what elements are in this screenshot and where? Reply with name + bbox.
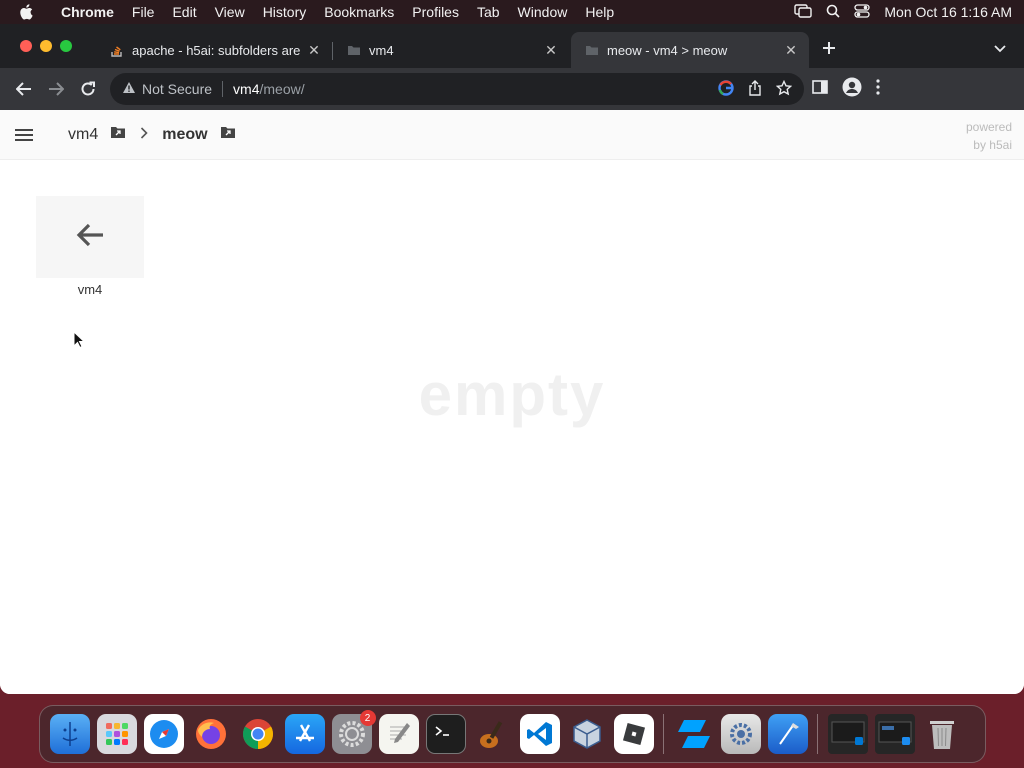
textedit-icon[interactable] bbox=[378, 714, 419, 754]
parent-folder-label[interactable]: vm4 bbox=[36, 282, 144, 297]
tab-strip: apache - h5ai: subfolders are ✕ vm4 ✕ me… bbox=[0, 24, 1024, 68]
profile-avatar-icon[interactable] bbox=[842, 77, 862, 102]
new-tab-button[interactable] bbox=[822, 38, 836, 61]
macos-menu-bar: Chrome File Edit View History Bookmarks … bbox=[0, 0, 1024, 24]
menu-window[interactable]: Window bbox=[509, 4, 577, 20]
folder-arrow-icon bbox=[110, 125, 126, 144]
tab-apache-h5ai[interactable]: apache - h5ai: subfolders are ✕ bbox=[96, 32, 332, 68]
chrome-icon[interactable] bbox=[238, 714, 278, 754]
browser-toolbar: Not Secure vm4 /meow/ bbox=[0, 68, 1024, 110]
omnibox-divider bbox=[222, 81, 224, 97]
menubar-clock[interactable]: Mon Oct 16 1:16 AM bbox=[884, 4, 1012, 20]
powered-line-2: by h5ai bbox=[973, 138, 1012, 152]
powered-line-1: powered bbox=[965, 120, 1012, 134]
more-menu-icon[interactable] bbox=[876, 78, 880, 100]
parent-folder-item[interactable] bbox=[36, 196, 144, 278]
menu-tab[interactable]: Tab bbox=[468, 4, 509, 20]
address-bar[interactable]: Not Secure vm4 /meow/ bbox=[110, 73, 804, 105]
terminal-icon[interactable] bbox=[425, 714, 466, 754]
url-host: vm4 bbox=[233, 81, 260, 97]
menu-profiles[interactable]: Profiles bbox=[403, 4, 468, 20]
menu-edit[interactable]: Edit bbox=[163, 4, 205, 20]
tab-title: meow - vm4 > meow bbox=[607, 42, 728, 58]
url-path: /meow/ bbox=[259, 81, 305, 97]
mouse-cursor-icon bbox=[73, 330, 86, 354]
breadcrumb-item-meow[interactable]: meow bbox=[162, 126, 207, 144]
empty-placeholder-text: empty bbox=[418, 361, 606, 428]
screen-mirroring-icon[interactable] bbox=[794, 3, 813, 21]
dock-separator bbox=[663, 714, 664, 754]
tab-close-icon[interactable]: ✕ bbox=[306, 42, 322, 59]
folder-arrow-icon bbox=[220, 125, 236, 144]
tab-title: apache - h5ai: subfolders are bbox=[132, 42, 301, 58]
security-label[interactable]: Not Secure bbox=[142, 81, 212, 97]
warning-triangle-icon[interactable] bbox=[122, 81, 136, 97]
breadcrumb-item-vm4[interactable]: vm4 bbox=[68, 126, 98, 144]
close-window-button[interactable] bbox=[20, 40, 32, 52]
window-controls bbox=[20, 40, 72, 52]
dock-separator bbox=[817, 714, 818, 754]
folder-icon bbox=[585, 43, 599, 57]
macos-dock: 2 bbox=[39, 705, 986, 763]
control-center-icon[interactable] bbox=[854, 3, 871, 21]
notification-badge: 2 bbox=[359, 710, 376, 726]
file-listing: vm4 empty bbox=[0, 160, 1024, 694]
launchpad-icon[interactable] bbox=[96, 714, 137, 754]
reload-button[interactable] bbox=[72, 73, 104, 105]
tab-meow[interactable]: meow - vm4 > meow ✕ bbox=[571, 32, 809, 68]
spotlight-search-icon[interactable] bbox=[826, 4, 840, 21]
menu-view[interactable]: View bbox=[206, 4, 254, 20]
tab-title: vm4 bbox=[369, 42, 394, 58]
tab-vm4[interactable]: vm4 ✕ bbox=[333, 32, 569, 68]
apple-menu-icon[interactable] bbox=[0, 4, 52, 20]
virtualbox-icon[interactable] bbox=[567, 714, 607, 754]
tab-close-icon[interactable]: ✕ bbox=[783, 42, 799, 59]
share-icon[interactable] bbox=[748, 79, 762, 99]
back-button[interactable] bbox=[8, 73, 40, 105]
h5ai-topbar: vm4 meow powered by h5ai bbox=[0, 110, 1024, 160]
app-store-icon[interactable] bbox=[284, 714, 325, 754]
chrome-window: apache - h5ai: subfolders are ✕ vm4 ✕ me… bbox=[0, 24, 1024, 694]
arrow-left-icon bbox=[75, 222, 105, 253]
google-lens-icon[interactable] bbox=[718, 79, 734, 99]
folder-icon bbox=[347, 43, 361, 57]
finder-icon[interactable] bbox=[49, 714, 90, 754]
sidebar-toggle-menu-icon[interactable] bbox=[0, 128, 48, 142]
minimize-window-button[interactable] bbox=[40, 40, 52, 52]
side-panel-icon[interactable] bbox=[812, 79, 828, 99]
forward-button[interactable] bbox=[40, 73, 72, 105]
vscode-icon[interactable] bbox=[519, 714, 560, 754]
xcode-icon[interactable] bbox=[767, 714, 808, 754]
utility-icon[interactable] bbox=[720, 714, 761, 754]
menu-bookmarks[interactable]: Bookmarks bbox=[315, 4, 403, 20]
chevron-right-icon bbox=[140, 126, 148, 144]
menu-app-name[interactable]: Chrome bbox=[52, 4, 123, 20]
breadcrumb: vm4 meow bbox=[48, 125, 236, 144]
tab-search-chevron-icon[interactable] bbox=[994, 40, 1006, 58]
garageband-icon[interactable] bbox=[473, 714, 513, 754]
window-thumbnail-icon[interactable] bbox=[827, 714, 868, 754]
bookmark-star-icon[interactable] bbox=[775, 79, 793, 99]
menu-help[interactable]: Help bbox=[576, 4, 623, 20]
menu-file[interactable]: File bbox=[123, 4, 164, 20]
stackoverflow-icon bbox=[110, 43, 124, 57]
firefox-icon[interactable] bbox=[191, 714, 231, 754]
zoom-window-button[interactable] bbox=[60, 40, 72, 52]
roblox-studio-icon[interactable] bbox=[674, 714, 714, 754]
tab-close-icon[interactable]: ✕ bbox=[543, 42, 559, 59]
system-settings-icon[interactable]: 2 bbox=[331, 710, 376, 754]
trash-icon[interactable] bbox=[922, 714, 962, 754]
window-thumbnail-icon[interactable] bbox=[874, 714, 915, 754]
safari-icon[interactable] bbox=[143, 714, 184, 754]
powered-by-h5ai-link[interactable]: powered by h5ai bbox=[966, 118, 1012, 154]
menu-history[interactable]: History bbox=[254, 4, 316, 20]
roblox-icon[interactable] bbox=[613, 714, 654, 754]
